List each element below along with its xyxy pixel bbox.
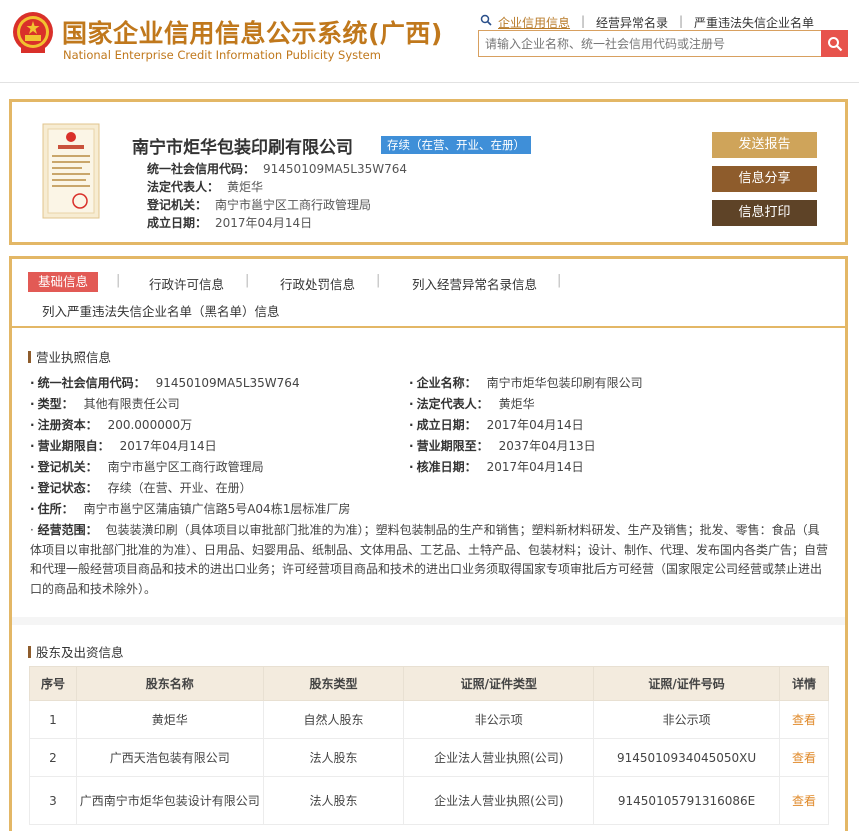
business-license-icon [42,123,100,219]
field-approval-date: 核准日期：2017年04月14日 [409,458,584,475]
header-divider [0,82,859,83]
search-box [478,30,848,57]
field-registration-authority: 登记机关：南宁市邕宁区工商行政管理局 [30,458,264,475]
cell-name: 黄炬华 [75,700,264,739]
tab-separator: | [557,273,562,288]
cell-name: 广西南宁市炬华包装设计有限公司 [75,776,264,825]
view-detail-link[interactable]: 查看 [779,738,829,777]
cell-type: 法人股东 [262,776,405,825]
credit-code-value: 91450109MA5L35W764 [263,162,408,176]
col-header: 序号 [29,666,77,701]
site-subtitle: National Enterprise Credit Information P… [63,48,381,62]
search-button[interactable] [821,30,848,57]
share-info-button[interactable]: 信息分享 [712,166,817,192]
business-scope-text: 包装装潢印刷（具体项目以审批部门批准的为准）；塑料包装制品的生产和销售；塑料新材… [30,523,829,596]
tab-admin-license[interactable]: 行政许可信息 [149,274,224,293]
table-row: 1 黄炬华 自然人股东 非公示项 非公示项 查看 [29,700,829,739]
field-registration-status: 登记状态：存续（在营、开业、在册） [30,479,252,496]
authority-label: 登记机关： [147,198,208,212]
established-value: 2017年04月14日 [215,216,313,230]
cell-type: 自然人股东 [262,700,405,739]
tab-separator: | [116,273,121,288]
field-company-name: 企业名称：南宁市炬华包装印刷有限公司 [409,374,643,391]
national-emblem-icon [13,12,53,53]
field-established-date: 成立日期：2017年04月14日 [409,416,584,433]
legal-rep-line: 法定代表人： 黄炬华 [147,178,263,195]
cell-cert-type: 企业法人营业执照(公司) [403,776,595,825]
site-title: 国家企业信用信息公示系统(广西) [62,19,443,48]
shareholder-table: 序号 股东名称 股东类型 证照/证件类型 证照/证件号码 详情 1 黄炬华 自然… [29,666,829,825]
view-detail-link[interactable]: 查看 [779,700,829,739]
col-header: 详情 [779,666,829,701]
col-header: 股东类型 [262,666,405,701]
detail-panel: 基础信息 | 行政许可信息 | 行政处罚信息 | 列入经营异常名录信息 | 列入… [9,256,848,831]
tab-blacklist[interactable]: 列入严重违法失信企业名单（黑名单）信息 [42,301,280,320]
field-legal-rep: 法定代表人：黄炬华 [409,395,535,412]
tab-admin-penalty[interactable]: 行政处罚信息 [280,274,355,293]
col-header: 证照/证件号码 [593,666,781,701]
field-registered-capital: 注册资本：200.000000万 [30,416,193,433]
legal-rep-label: 法定代表人： [147,180,220,194]
cell-type: 法人股东 [262,738,405,777]
cell-cert-no: 91450105791316086E [593,776,781,825]
cell-no: 2 [29,738,77,777]
col-header: 证照/证件类型 [403,666,595,701]
cell-name: 广西天浩包装有限公司 [75,738,264,777]
cell-cert-no: 非公示项 [593,700,781,739]
business-scope: · 经营范围： 包装装潢印刷（具体项目以审批部门批准的为准）；塑料包装制品的生产和… [30,523,829,596]
col-header: 股东名称 [75,666,264,701]
business-scope-label: 经营范围： [37,523,98,537]
shareholder-section-title: 股东及出资信息 [28,642,124,661]
cell-no: 1 [29,700,77,739]
search-icon [480,14,492,26]
link-separator: | [581,14,586,28]
print-info-button[interactable]: 信息打印 [712,200,817,226]
field-term-to: 营业期限至：2037年04月13日 [409,437,596,454]
authority-value: 南宁市邕宁区工商行政管理局 [215,198,372,212]
field-type: 类型：其他有限责任公司 [30,395,180,412]
field-address: 住所：南宁市邕宁区蒲庙镇广信路5号A04栋1层标准厂房 [30,500,351,517]
link-credit-info[interactable]: 企业信用信息 [498,14,570,31]
credit-code-label: 统一社会信用代码： [147,162,256,176]
tab-abnormal-list[interactable]: 列入经营异常名录信息 [412,274,537,293]
section-divider [12,617,845,625]
company-summary-card: 南宁市炬华包装印刷有限公司 存续（在营、开业、在册） 统一社会信用代码： 9145… [9,99,848,245]
field-credit-code: 统一社会信用代码：91450109MA5L35W764 [30,374,300,391]
site-header: 国家企业信用信息公示系统(广西) National Enterprise Cre… [0,0,859,80]
table-row: 2 广西天浩包装有限公司 法人股东 企业法人营业执照(公司) 914501093… [29,738,829,777]
link-blacklist[interactable]: 严重违法失信企业名单 [694,14,814,31]
send-report-button[interactable]: 发送报告 [712,132,817,158]
cell-cert-type: 企业法人营业执照(公司) [403,738,595,777]
link-abnormal-list[interactable]: 经营异常名录 [596,14,668,31]
authority-line: 登记机关： 南宁市邕宁区工商行政管理局 [147,196,371,213]
field-term-from: 营业期限自：2017年04月14日 [30,437,217,454]
tab-separator: | [245,273,250,288]
license-section-title: 营业执照信息 [28,347,111,366]
view-detail-link[interactable]: 查看 [779,776,829,825]
table-header-row: 序号 股东名称 股东类型 证照/证件类型 证照/证件号码 详情 [29,666,829,701]
tab-separator: | [376,273,381,288]
table-row: 3 广西南宁市炬华包装设计有限公司 法人股东 企业法人营业执照(公司) 9145… [29,776,829,825]
established-line: 成立日期： 2017年04月14日 [147,214,312,231]
cell-no: 3 [29,776,77,825]
tab-bar: 基础信息 | 行政许可信息 | 行政处罚信息 | 列入经营异常名录信息 | 列入… [12,259,845,328]
search-icon [827,36,842,51]
established-label: 成立日期： [147,216,208,230]
status-badge: 存续（在营、开业、在册） [381,136,531,154]
search-input[interactable] [479,31,824,56]
legal-rep-value: 黄炬华 [227,180,264,194]
company-name: 南宁市炬华包装印刷有限公司 [132,138,353,158]
link-separator: | [679,14,684,28]
cell-cert-no: 9145010934045050XU [593,738,781,777]
cell-cert-type: 非公示项 [403,700,595,739]
tab-basic-info[interactable]: 基础信息 [28,272,99,292]
credit-code-line: 统一社会信用代码： 91450109MA5L35W764 [147,160,407,177]
